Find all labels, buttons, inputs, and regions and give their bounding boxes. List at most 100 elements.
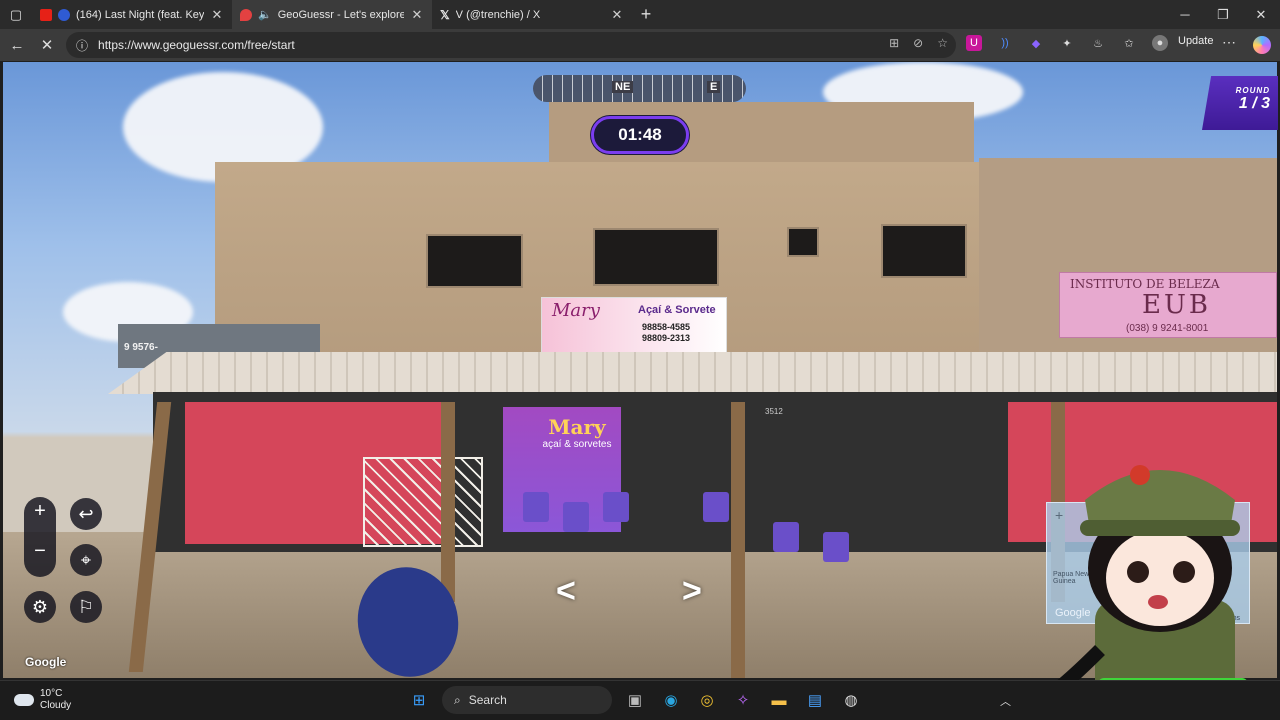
- app-available-icon[interactable]: ⊞: [889, 36, 899, 50]
- taskbar-search[interactable]: ⌕ Search: [442, 686, 612, 714]
- window-opening: [593, 228, 719, 286]
- round-label: ROUND: [1235, 86, 1270, 95]
- sign-phone: 9 9576-: [124, 342, 158, 353]
- window-opening: [787, 227, 819, 257]
- profile-avatar-icon[interactable]: ●: [1152, 35, 1168, 51]
- sign-line: (038) 9 9241-8001: [1126, 323, 1209, 334]
- url-field[interactable]: ⓘ https://www.geoguessr.com/free/start ⊞…: [66, 32, 956, 58]
- sign-title: Mary: [552, 300, 600, 321]
- tab-actions-menu-icon[interactable]: ▢: [0, 0, 32, 29]
- window-grille: [363, 457, 483, 547]
- search-label: Search: [468, 693, 507, 707]
- plastic-chair: [773, 522, 799, 552]
- minimize-icon[interactable]: ─: [1166, 0, 1204, 29]
- speaker-icon[interactable]: 🔈: [258, 8, 272, 21]
- banner-title: Mary: [548, 415, 606, 439]
- tray-overflow-icon[interactable]: ︿: [1000, 693, 1011, 709]
- tiled-awning: [108, 352, 1277, 394]
- edge-browser-icon[interactable]: ◉: [658, 687, 684, 713]
- sign-phones: 98858-4585 98809-2313: [642, 322, 691, 343]
- plastic-chair: [563, 502, 589, 532]
- copilot-app-icon[interactable]: ✧: [730, 687, 756, 713]
- tab-bar: ▢ (164) Last Night (feat. Keyshi ✕ 🔈 Geo…: [0, 0, 1280, 29]
- task-view-icon[interactable]: ▣: [622, 687, 648, 713]
- weather-widget[interactable]: 10°C Cloudy: [14, 688, 71, 712]
- zoom-in-icon[interactable]: +: [24, 500, 56, 523]
- close-icon[interactable]: ✕: [410, 7, 424, 23]
- stop-loading-icon[interactable]: ✕: [32, 30, 62, 60]
- more-menu-icon[interactable]: ⋯: [1222, 34, 1236, 51]
- round-value: 1 / 3: [1238, 95, 1270, 112]
- compass: NE E: [533, 75, 746, 102]
- chrome-icon[interactable]: ◎: [694, 687, 720, 713]
- store-icon[interactable]: ▤: [802, 687, 828, 713]
- puzzle-extensions-icon[interactable]: ✦: [1059, 35, 1075, 51]
- x-logo-icon: 𝕏: [440, 7, 450, 22]
- sign-subtitle: Açaí & Sorvete: [638, 304, 716, 316]
- split-screen-icon[interactable]: ♨: [1090, 35, 1106, 51]
- back-icon[interactable]: ←: [2, 30, 32, 60]
- close-icon[interactable]: ✕: [210, 7, 224, 23]
- street-number: 3512: [765, 407, 783, 416]
- file-explorer-icon[interactable]: ▬: [766, 687, 792, 713]
- move-left-arrow-icon[interactable]: <: [556, 572, 576, 611]
- copilot-icon[interactable]: [1253, 36, 1271, 54]
- tracking-prevention-icon[interactable]: ⊘: [913, 36, 923, 50]
- round-indicator: ROUND 1 / 3: [1202, 76, 1278, 130]
- plastic-chair: [703, 492, 729, 522]
- window-opening: [881, 224, 967, 278]
- sign-line: EUB: [1142, 290, 1211, 320]
- settings-gear-icon[interactable]: ⚙: [24, 591, 56, 623]
- gamepad-extension-icon[interactable]: ◆: [1028, 35, 1044, 51]
- obs-icon[interactable]: ◍: [838, 687, 864, 713]
- round-timer: 01:48: [591, 116, 689, 154]
- url-text[interactable]: https://www.geoguessr.com/free/start: [98, 38, 295, 52]
- address-bar: ← ✕ ⓘ https://www.geoguessr.com/free/sta…: [0, 29, 1280, 61]
- plastic-chair: [603, 492, 629, 522]
- compass-e: E: [707, 81, 721, 93]
- tab-title: (164) Last Night (feat. Keyshi: [76, 8, 204, 21]
- favorites-icon[interactable]: ✩: [1121, 35, 1137, 51]
- google-watermark: Google: [25, 655, 67, 669]
- windows-taskbar: 10°C Cloudy ⊞ ⌕ Search ▣ ◉ ◎ ✧ ▬ ▤ ◍ ︿: [0, 680, 1280, 720]
- tab-x[interactable]: 𝕏 V (@trenchie) / X ✕: [432, 0, 632, 29]
- maximize-icon[interactable]: ❐: [1204, 0, 1242, 29]
- zoom-controls: + −: [24, 497, 56, 577]
- weather-condition: Cloudy: [40, 700, 72, 711]
- plastic-chair: [523, 492, 549, 522]
- move-right-arrow-icon[interactable]: >: [682, 572, 702, 611]
- update-button[interactable]: Update: [1178, 35, 1213, 47]
- tab-title: GeoGuessr - Let's explore the: [277, 8, 404, 21]
- taskbar-apps: ⊞ ⌕ Search ▣ ◉ ◎ ✧ ▬ ▤ ◍: [406, 686, 864, 714]
- search-icon: ⌕: [454, 692, 461, 707]
- audio-extension-icon[interactable]: )): [997, 35, 1013, 51]
- wooden-post: [441, 402, 455, 602]
- compass-ne: NE: [612, 81, 634, 93]
- site-info-icon[interactable]: ⓘ: [76, 37, 88, 54]
- mary-acai-sign: Mary Açaí & Sorvete 98858-4585 98809-2313: [541, 297, 727, 355]
- record-icon: [58, 8, 70, 21]
- shield-extension-icon[interactable]: U: [966, 35, 982, 51]
- weather-temp: 10°C: [40, 688, 63, 699]
- extensions-bar: U )) ◆ ✦ ♨ ✩ ●: [966, 35, 1168, 51]
- tab-title: V (@trenchie) / X: [455, 8, 541, 21]
- new-tab-button[interactable]: +: [632, 4, 660, 25]
- wooden-post: [731, 402, 745, 678]
- beauty-institute-sign: INSTITUTO DE BELEZA EUB (038) 9 9241-800…: [1059, 272, 1277, 338]
- tab-youtube[interactable]: (164) Last Night (feat. Keyshi ✕: [32, 0, 232, 29]
- close-icon[interactable]: ✕: [610, 7, 624, 23]
- tab-geoguessr[interactable]: 🔈 GeoGuessr - Let's explore the ✕: [232, 0, 432, 29]
- plastic-chair: [823, 532, 849, 562]
- map-pin-icon: [240, 8, 252, 21]
- cloudy-weather-icon: [14, 694, 34, 706]
- zoom-out-icon[interactable]: −: [24, 540, 56, 563]
- close-window-icon[interactable]: ✕: [1242, 0, 1280, 29]
- flag-checkpoint-icon[interactable]: ⚐: [70, 591, 102, 623]
- window-controls: ─ ❐ ✕: [1166, 0, 1280, 29]
- favorite-star-icon[interactable]: ☆: [937, 36, 948, 50]
- undo-move-icon[interactable]: ↩: [70, 498, 102, 530]
- window-opening: [426, 234, 523, 288]
- windows-start-icon[interactable]: ⊞: [406, 687, 432, 713]
- return-to-start-icon[interactable]: ⌖: [70, 544, 102, 576]
- banner-subtitle: açaí & sorvetes: [542, 439, 612, 450]
